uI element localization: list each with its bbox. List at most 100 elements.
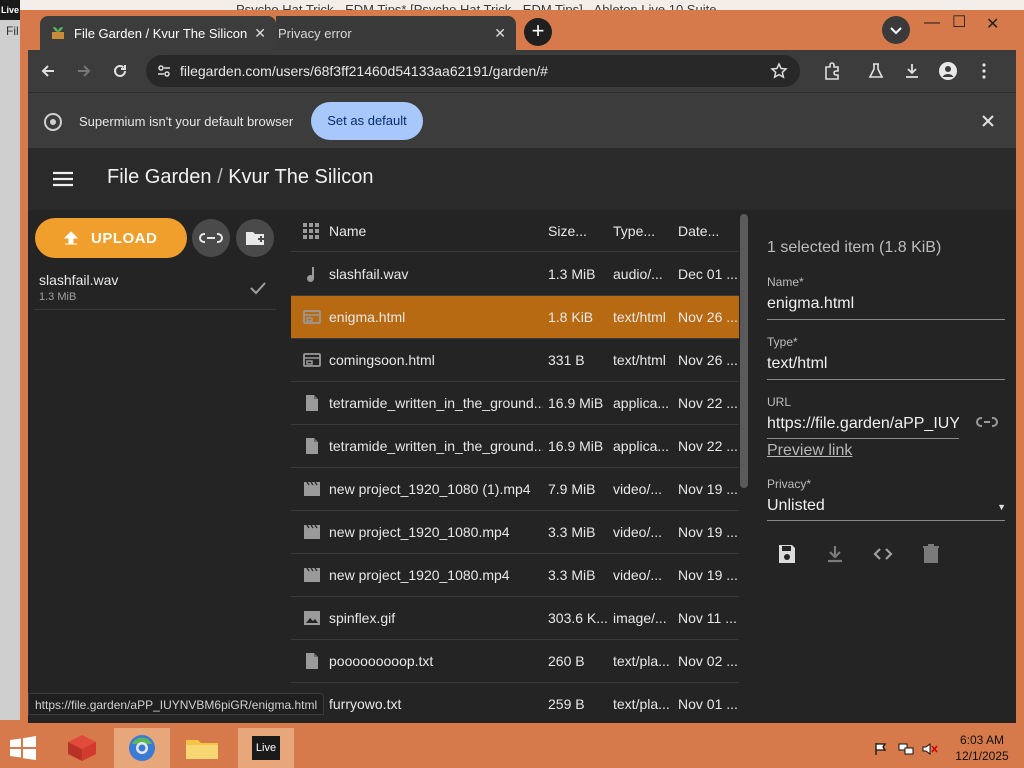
more-vertical-icon [982, 63, 986, 79]
file-size: 259 B [548, 696, 585, 712]
labs-button[interactable] [866, 61, 886, 81]
tab-search-button[interactable] [882, 16, 910, 44]
video-icon [304, 524, 320, 539]
back-button[interactable] [38, 61, 58, 81]
file-name: new project_1920_1080.mp4 [329, 524, 510, 540]
file-name: new project_1920_1080.mp4 [329, 567, 510, 583]
folder-icon [186, 740, 218, 759]
file-size: 331 B [548, 352, 585, 368]
upload-link-button[interactable] [192, 219, 230, 257]
url-field[interactable]: https://file.garden/aPP_IUYNVBM6piGR/eni… [767, 415, 959, 433]
close-icon[interactable] [981, 114, 995, 128]
browser-toolbar: filegarden.com/users/68f3ff21460d54133aa… [28, 50, 1016, 92]
file-type: video/... [613, 567, 663, 583]
app-title[interactable]: File Garden [107, 166, 212, 188]
app-body: UPLOAD slashfail.wav 1.3 MiB Name Size..… [28, 210, 1016, 723]
arrow-right-icon [78, 65, 91, 77]
taskbar-app-explorer[interactable] [176, 728, 228, 768]
taskbar-app-archive[interactable] [58, 728, 106, 768]
file-name: spinflex.gif [329, 610, 396, 626]
upload-label: UPLOAD [91, 229, 158, 247]
profile-button[interactable] [938, 61, 958, 81]
profile-icon [939, 62, 957, 80]
new-folder-button[interactable] [236, 219, 274, 257]
preview-link[interactable]: Preview link [767, 442, 852, 460]
type-field[interactable]: text/html [767, 355, 1005, 373]
video-icon [304, 481, 320, 496]
upload-panel: UPLOAD slashfail.wav 1.3 MiB [28, 210, 284, 723]
file-size: 1.3 MiB [548, 266, 596, 282]
file-row[interactable]: new project_1920_1080 (1).mp4 7.9 MiB vide… [291, 468, 739, 511]
link-icon [199, 233, 223, 243]
file-row[interactable]: furryowo.txt 259 B text/pla... Nov 01 ... [291, 683, 739, 723]
star-bookmark-icon[interactable] [770, 62, 788, 80]
copy-link-icon[interactable] [976, 411, 998, 433]
embed-code-icon[interactable] [871, 542, 895, 566]
file-row[interactable]: new project_1920_1080.mp4 3.3 MiB video/..… [291, 511, 739, 554]
web-icon [303, 310, 321, 324]
column-header-size[interactable]: Size... [548, 223, 608, 239]
close-tab-icon[interactable]: ✕ [254, 25, 266, 42]
breadcrumb-separator: / [217, 166, 223, 188]
file-date: Nov 22 ... [678, 438, 738, 454]
extensions-button[interactable] [822, 61, 842, 81]
name-field[interactable]: enigma.html [767, 295, 1005, 313]
reload-icon [114, 64, 126, 77]
type-field-label: Type* [767, 335, 798, 349]
taskbar-clock[interactable]: 6:03 AM 12/1/2025 [952, 732, 1012, 764]
hamburger-menu-icon[interactable] [52, 170, 74, 188]
downloads-button[interactable] [902, 61, 922, 81]
set-as-default-button[interactable]: Set as default [311, 102, 423, 140]
save-icon[interactable] [775, 542, 799, 566]
privacy-select[interactable]: Unlisted [767, 497, 967, 515]
tab-file-garden[interactable]: File Garden / Kvur The Silicon ✕ [40, 16, 276, 50]
file-row[interactable]: tetramide_written_in_the_ground... 16.9 M… [291, 382, 739, 425]
dropdown-arrow-icon[interactable]: ▼ [997, 502, 1006, 512]
delete-icon[interactable] [919, 542, 943, 566]
taskbar-app-live[interactable]: Live [238, 728, 294, 768]
close-tab-icon[interactable]: ✕ [494, 25, 506, 42]
column-header-type[interactable]: Type... [613, 223, 673, 239]
flag-notification-icon[interactable] [874, 742, 888, 756]
minimize-button[interactable]: — [924, 14, 940, 32]
file-date: Dec 01 ... [678, 266, 738, 282]
reload-button[interactable] [110, 61, 130, 81]
infobar-message: Supermium isn't your default browser [79, 114, 294, 129]
file-row[interactable]: comingsoon.html 331 B text/html Nov 26 ... [291, 339, 739, 382]
file-row[interactable]: spinflex.gif 303.6 K... image/... Nov 11 ..… [291, 597, 739, 640]
file-name: furryowo.txt [329, 696, 402, 712]
forward-button[interactable] [74, 61, 94, 81]
file-row[interactable]: slashfail.wav 1.3 MiB audio/... Dec 01 ... [291, 253, 739, 296]
file-row[interactable]: tetramide_written_in_the_ground... 16.9 M… [291, 425, 739, 468]
file-date: Nov 26 ... [678, 352, 738, 368]
file-list-scrollbar[interactable] [740, 214, 748, 488]
start-button[interactable] [8, 728, 42, 768]
site-settings-icon[interactable] [156, 63, 172, 79]
volume-muted-icon[interactable] [922, 742, 938, 756]
file-row[interactable]: enigma.html 1.8 KiB text/html Nov 26 ... [291, 296, 739, 339]
download-icon[interactable] [823, 542, 847, 566]
new-tab-button[interactable]: + [524, 18, 552, 46]
file-row[interactable]: new project_1920_1080.mp4 3.3 MiB video/..… [291, 554, 739, 597]
browser-window: File Garden / Kvur The Silicon ✕ Privacy… [20, 10, 1024, 723]
close-window-button[interactable]: ✕ [986, 14, 999, 34]
file-name: comingsoon.html [329, 352, 435, 368]
maximize-button[interactable]: ☐ [952, 12, 966, 32]
file-row[interactable]: pooooooooop.txt 260 B text/pla... Nov 02 ..… [291, 640, 739, 683]
column-header-name[interactable]: Name [329, 223, 543, 239]
queue-file-name: slashfail.wav [39, 272, 119, 288]
upload-queue-item[interactable]: slashfail.wav 1.3 MiB [34, 266, 276, 310]
tab-privacy-error[interactable]: Privacy error ✕ [276, 16, 516, 50]
selection-summary: 1 selected item (1.8 KiB) [767, 239, 942, 256]
upload-button[interactable]: UPLOAD [35, 218, 187, 258]
flask-icon [868, 63, 884, 78]
clock-time: 6:03 AM [959, 733, 1005, 747]
browser-menu-button[interactable] [974, 61, 994, 81]
network-icon[interactable] [898, 742, 914, 756]
taskbar-app-browser[interactable] [114, 728, 170, 768]
column-header-date[interactable]: Date... [678, 223, 738, 239]
file-date: Nov 22 ... [678, 395, 738, 411]
address-bar[interactable]: filegarden.com/users/68f3ff21460d54133aa… [146, 55, 800, 87]
file-size: 3.3 MiB [548, 524, 596, 540]
grid-view-icon[interactable] [302, 222, 320, 240]
